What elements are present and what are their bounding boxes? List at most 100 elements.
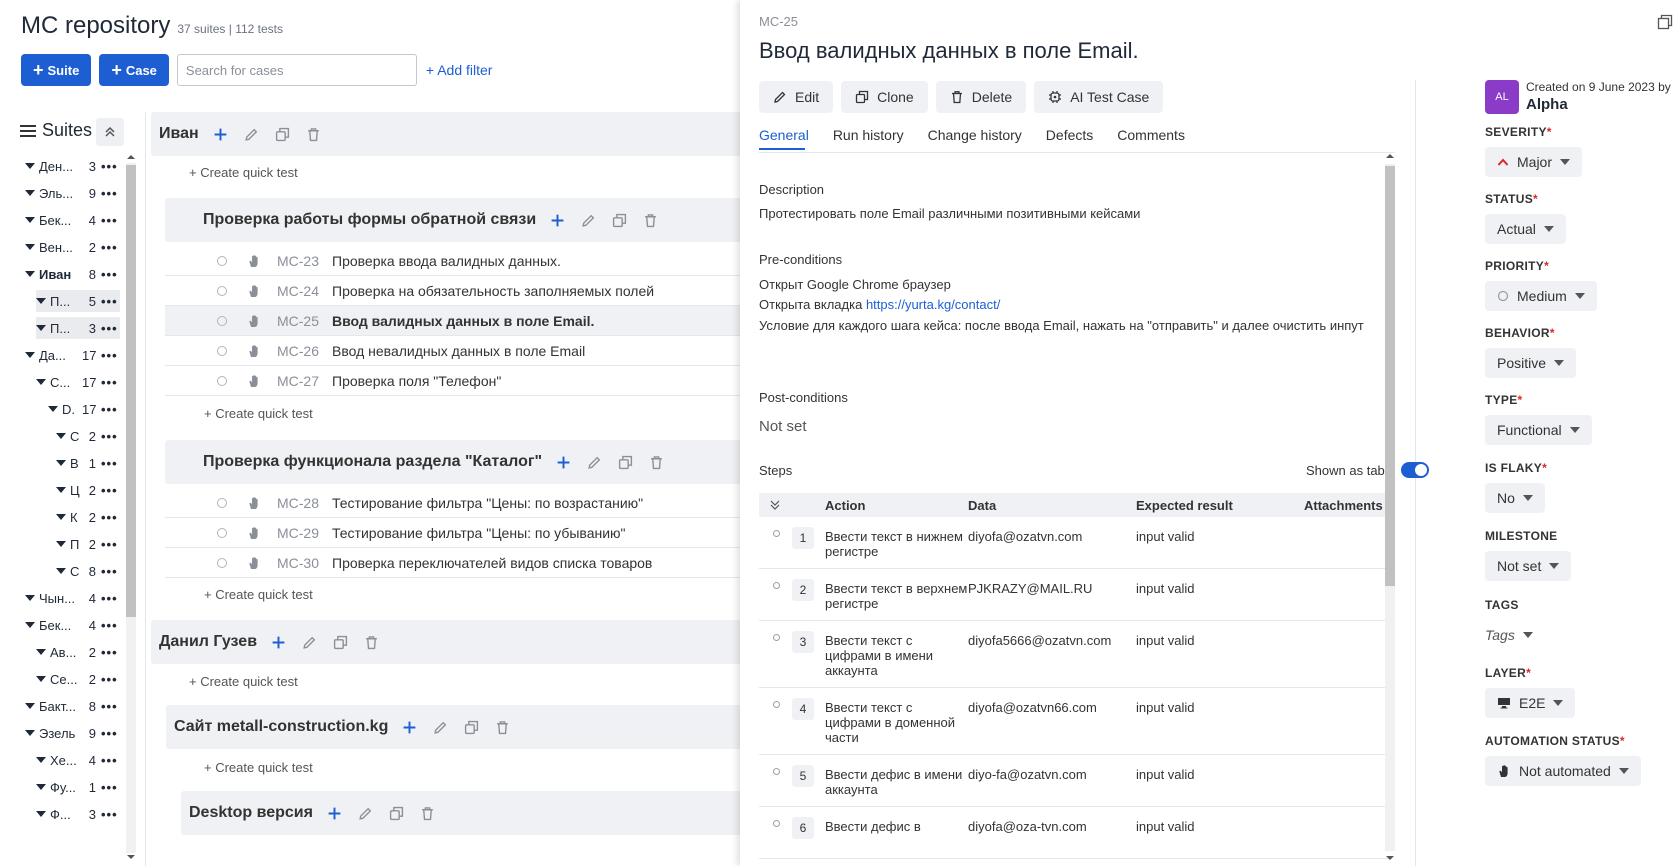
copy-suite-icon[interactable] <box>464 720 479 735</box>
case-row[interactable]: MC-25 Ввод валидных данных в поле Email. <box>165 306 740 336</box>
edit-suite-icon[interactable] <box>433 720 448 735</box>
case-row[interactable]: MC-27 Проверка поля "Телефон" <box>165 366 740 396</box>
delete-suite-icon[interactable] <box>364 635 379 650</box>
tree-scrollbar[interactable] <box>125 153 136 861</box>
caret-down-icon[interactable] <box>25 703 35 709</box>
tree-item[interactable]: С... 17 ••• <box>36 371 120 393</box>
ai-test-case-button[interactable]: AI Test Case <box>1034 81 1164 113</box>
case-row[interactable]: MC-30 Проверка переключателей видов списк… <box>165 548 740 578</box>
detail-scrollbar[interactable] <box>1383 152 1395 866</box>
more-icon[interactable]: ••• <box>101 402 118 417</box>
caret-down-icon[interactable] <box>36 784 46 790</box>
more-icon[interactable]: ••• <box>101 753 118 768</box>
tree-item[interactable]: Вен... 2 ••• <box>25 236 120 258</box>
caret-down-icon[interactable] <box>36 298 46 304</box>
tree-item[interactable]: Бек... 4 ••• <box>25 614 120 636</box>
caret-down-icon[interactable] <box>36 325 46 331</box>
caret-down-icon[interactable] <box>25 730 35 736</box>
tab-run-history[interactable]: Run history <box>833 127 904 149</box>
tree-item[interactable]: В 1 ••• <box>56 452 120 474</box>
expand-steps-icon[interactable] <box>759 499 825 511</box>
create-quick-test-link[interactable]: + Create quick test <box>189 165 298 180</box>
suite-header-ivan[interactable]: Иван <box>151 112 740 156</box>
tree-item[interactable]: П... 5 ••• <box>36 290 120 312</box>
status-select[interactable]: Actual <box>1485 214 1566 244</box>
create-quick-test-link[interactable]: + Create quick test <box>189 674 298 689</box>
more-icon[interactable]: ••• <box>101 375 118 390</box>
add-case-icon[interactable] <box>550 213 565 228</box>
caret-down-icon[interactable] <box>56 433 66 439</box>
add-case-icon[interactable] <box>271 635 286 650</box>
suite-header-metall[interactable]: Сайт metall-construction.kg <box>166 705 740 749</box>
edit-suite-icon[interactable] <box>302 635 317 650</box>
tree-item[interactable]: Бакт... 8 ••• <box>25 695 120 717</box>
caret-down-icon[interactable] <box>25 271 35 277</box>
tree-item[interactable]: К 2 ••• <box>56 506 120 528</box>
caret-down-icon[interactable] <box>25 595 35 601</box>
add-case-icon[interactable] <box>556 455 571 470</box>
create-quick-test-link[interactable]: + Create quick test <box>204 760 313 775</box>
hamburger-icon[interactable] <box>20 124 36 138</box>
add-case-icon[interactable] <box>327 806 342 821</box>
more-icon[interactable]: ••• <box>101 591 118 606</box>
more-icon[interactable]: ••• <box>101 321 118 336</box>
tree-item[interactable]: П 2 ••• <box>56 533 120 555</box>
delete-suite-icon[interactable] <box>495 720 510 735</box>
tree-item[interactable]: Ц 2 ••• <box>56 479 120 501</box>
copy-suite-icon[interactable] <box>612 213 627 228</box>
caret-down-icon[interactable] <box>36 379 46 385</box>
more-icon[interactable]: ••• <box>101 240 118 255</box>
more-icon[interactable]: ••• <box>101 510 118 525</box>
tree-item[interactable]: С 8 ••• <box>56 560 120 582</box>
more-icon[interactable]: ••• <box>101 267 118 282</box>
caret-down-icon[interactable] <box>36 649 46 655</box>
suite-header-catalog[interactable]: Проверка функционала раздела "Каталог" <box>165 440 740 484</box>
tab-comments[interactable]: Comments <box>1117 127 1185 149</box>
toggle-switch[interactable] <box>1400 462 1429 478</box>
more-icon[interactable]: ••• <box>101 699 118 714</box>
caret-down-icon[interactable] <box>56 514 66 520</box>
step-row[interactable]: 5 Ввести дефис в имени аккаунта diyo-fa@oz… <box>759 755 1389 807</box>
tree-item[interactable]: Чын... 4 ••• <box>25 587 120 609</box>
more-icon[interactable]: ••• <box>101 429 118 444</box>
case-row[interactable]: MC-24 Проверка на обязательность заполняе… <box>165 276 740 306</box>
edit-suite-icon[interactable] <box>581 213 596 228</box>
collapse-all-button[interactable] <box>96 118 124 146</box>
tree-item[interactable]: Се... 2 ••• <box>36 668 120 690</box>
shown-as-table-toggle[interactable]: Shown as table <box>1306 462 1429 478</box>
tree-item[interactable]: D. 17 ••• <box>48 398 120 420</box>
case-row[interactable]: MC-23 Проверка ввода валидных данных. <box>165 246 740 276</box>
copy-suite-icon[interactable] <box>618 455 633 470</box>
copy-suite-icon[interactable] <box>275 127 290 142</box>
tree-item[interactable]: Ф... 3 ••• <box>36 803 120 825</box>
layer-select[interactable]: E2E <box>1485 688 1576 718</box>
case-row[interactable]: MC-29 Тестирование фильтра "Цены: по убыв… <box>165 518 740 548</box>
tree-item[interactable]: Ав... 2 ••• <box>36 641 120 663</box>
caret-down-icon[interactable] <box>36 757 46 763</box>
tab-general[interactable]: General <box>759 127 809 149</box>
add-suite-button[interactable]: + Suite <box>21 54 92 86</box>
tags-select[interactable]: Tags <box>1485 620 1545 650</box>
detail-scroll-thumb[interactable] <box>1385 166 1395 586</box>
tree-item[interactable]: Эль... 9 ••• <box>25 182 120 204</box>
more-icon[interactable]: ••• <box>101 213 118 228</box>
delete-suite-icon[interactable] <box>649 455 664 470</box>
caret-down-icon[interactable] <box>25 190 35 196</box>
caret-down-icon[interactable] <box>25 622 35 628</box>
step-row[interactable]: 3 Ввести текст с цифрами в имени аккаунта… <box>759 621 1389 688</box>
clone-button[interactable]: Clone <box>841 81 928 113</box>
step-row[interactable]: 2 Ввести текст в верхнем регистре PJKRAZY@… <box>759 569 1389 621</box>
caret-down-icon[interactable] <box>25 217 35 223</box>
tree-scroll-thumb[interactable] <box>126 165 136 617</box>
more-icon[interactable]: ••• <box>101 780 118 795</box>
step-row[interactable]: 1 Ввести текст в нижнем регистре diyofa@oz… <box>759 517 1389 569</box>
tree-item[interactable]: Фу... 1 ••• <box>36 776 120 798</box>
tree-item[interactable]: С 2 ••• <box>56 425 120 447</box>
caret-down-icon[interactable] <box>36 811 46 817</box>
caret-down-icon[interactable] <box>56 568 66 574</box>
caret-down-icon[interactable] <box>56 541 66 547</box>
more-icon[interactable]: ••• <box>101 186 118 201</box>
delete-suite-icon[interactable] <box>420 806 435 821</box>
behavior-select[interactable]: Positive <box>1485 348 1577 378</box>
edit-suite-icon[interactable] <box>358 806 373 821</box>
